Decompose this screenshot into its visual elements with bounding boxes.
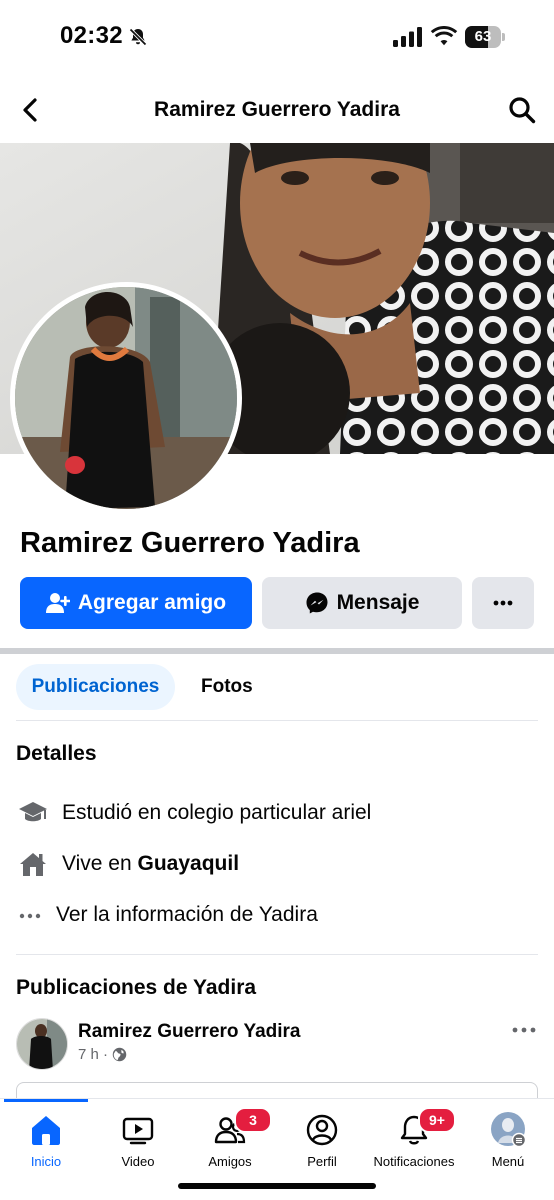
nav-label: Amigos [208, 1154, 252, 1169]
more-dots-icon [19, 913, 41, 919]
message-label: Mensaje [336, 591, 420, 614]
add-friend-button[interactable]: Agregar amigo [20, 577, 252, 629]
more-dots-icon [493, 600, 513, 606]
section-divider [0, 648, 554, 654]
battery-level: 63 [474, 28, 492, 45]
graduation-cap-icon [19, 802, 47, 822]
menu-avatar-icon [491, 1112, 526, 1147]
nav-amigos[interactable]: 3 Amigos [184, 1099, 276, 1179]
tab-fotos[interactable]: Fotos [201, 664, 253, 710]
nav-label: Notificaciones [373, 1154, 455, 1169]
nav-notificaciones[interactable]: 9+ Notificaciones [368, 1099, 460, 1179]
bell-slash-icon [129, 28, 147, 46]
more-dots-icon[interactable] [512, 1020, 536, 1040]
posts-title: Publicaciones de Yadira [16, 976, 257, 999]
top-header: Ramirez Guerrero Yadira [0, 80, 554, 140]
nav-label: Video [121, 1154, 155, 1169]
nav-label: Inicio [30, 1154, 62, 1169]
lives-prefix: Vive en [62, 852, 138, 875]
detail-residence: Vive en Guayaquil [18, 847, 239, 881]
add-friend-label: Agregar amigo [77, 591, 227, 614]
nav-inicio[interactable]: Inicio [0, 1099, 92, 1179]
details-title: Detalles [16, 742, 97, 765]
nav-label: Perfil [307, 1154, 337, 1169]
battery-icon: 63 [465, 26, 505, 48]
see-info-link[interactable]: Ver la información de Yadira [18, 898, 318, 932]
lives-city: Guayaquil [137, 852, 240, 875]
home-indicator [178, 1183, 376, 1189]
profile-icon [306, 1114, 338, 1146]
notifications-badge: 9+ [418, 1107, 456, 1133]
divider [16, 720, 538, 721]
status-time: 02:32 [60, 22, 123, 49]
post-meta: 7 h · [78, 1046, 127, 1063]
profile-actions: Agregar amigo Mensaje [20, 577, 534, 629]
video-icon [122, 1117, 154, 1145]
post-author-name[interactable]: Ramirez Guerrero Yadira [78, 1021, 300, 1043]
home-icon [20, 853, 46, 876]
nav-label: Menú [491, 1154, 525, 1169]
profile-tabs: Publicaciones Fotos [16, 664, 538, 710]
post-author-avatar[interactable] [16, 1018, 68, 1070]
home-icon [32, 1116, 60, 1145]
tab-publicaciones[interactable]: Publicaciones [16, 664, 175, 710]
more-options-button[interactable] [472, 577, 534, 629]
globe-icon [112, 1047, 127, 1062]
cellular-signal-icon [393, 27, 422, 47]
messenger-icon [306, 592, 328, 614]
profile-avatar[interactable] [10, 282, 242, 514]
see-info-text: Ver la información de Yadira [56, 903, 318, 926]
message-button[interactable]: Mensaje [262, 577, 462, 629]
profile-name: Ramirez Guerrero Yadira [20, 527, 360, 559]
search-icon[interactable] [508, 96, 536, 124]
nav-video[interactable]: Video [92, 1099, 184, 1179]
post-time: 7 h · [78, 1046, 109, 1063]
education-text: Estudió en colegio particular ariel [62, 801, 372, 824]
page-title: Ramirez Guerrero Yadira [154, 98, 400, 121]
detail-education: Estudió en colegio particular ariel [18, 796, 371, 830]
wifi-icon [430, 26, 458, 46]
friends-badge: 3 [234, 1107, 272, 1133]
nav-perfil[interactable]: Perfil [276, 1099, 368, 1179]
status-bar: 02:32 63 [0, 0, 554, 76]
divider [16, 954, 538, 955]
nav-menu[interactable]: Menú [462, 1099, 554, 1179]
add-friend-icon [45, 593, 70, 613]
